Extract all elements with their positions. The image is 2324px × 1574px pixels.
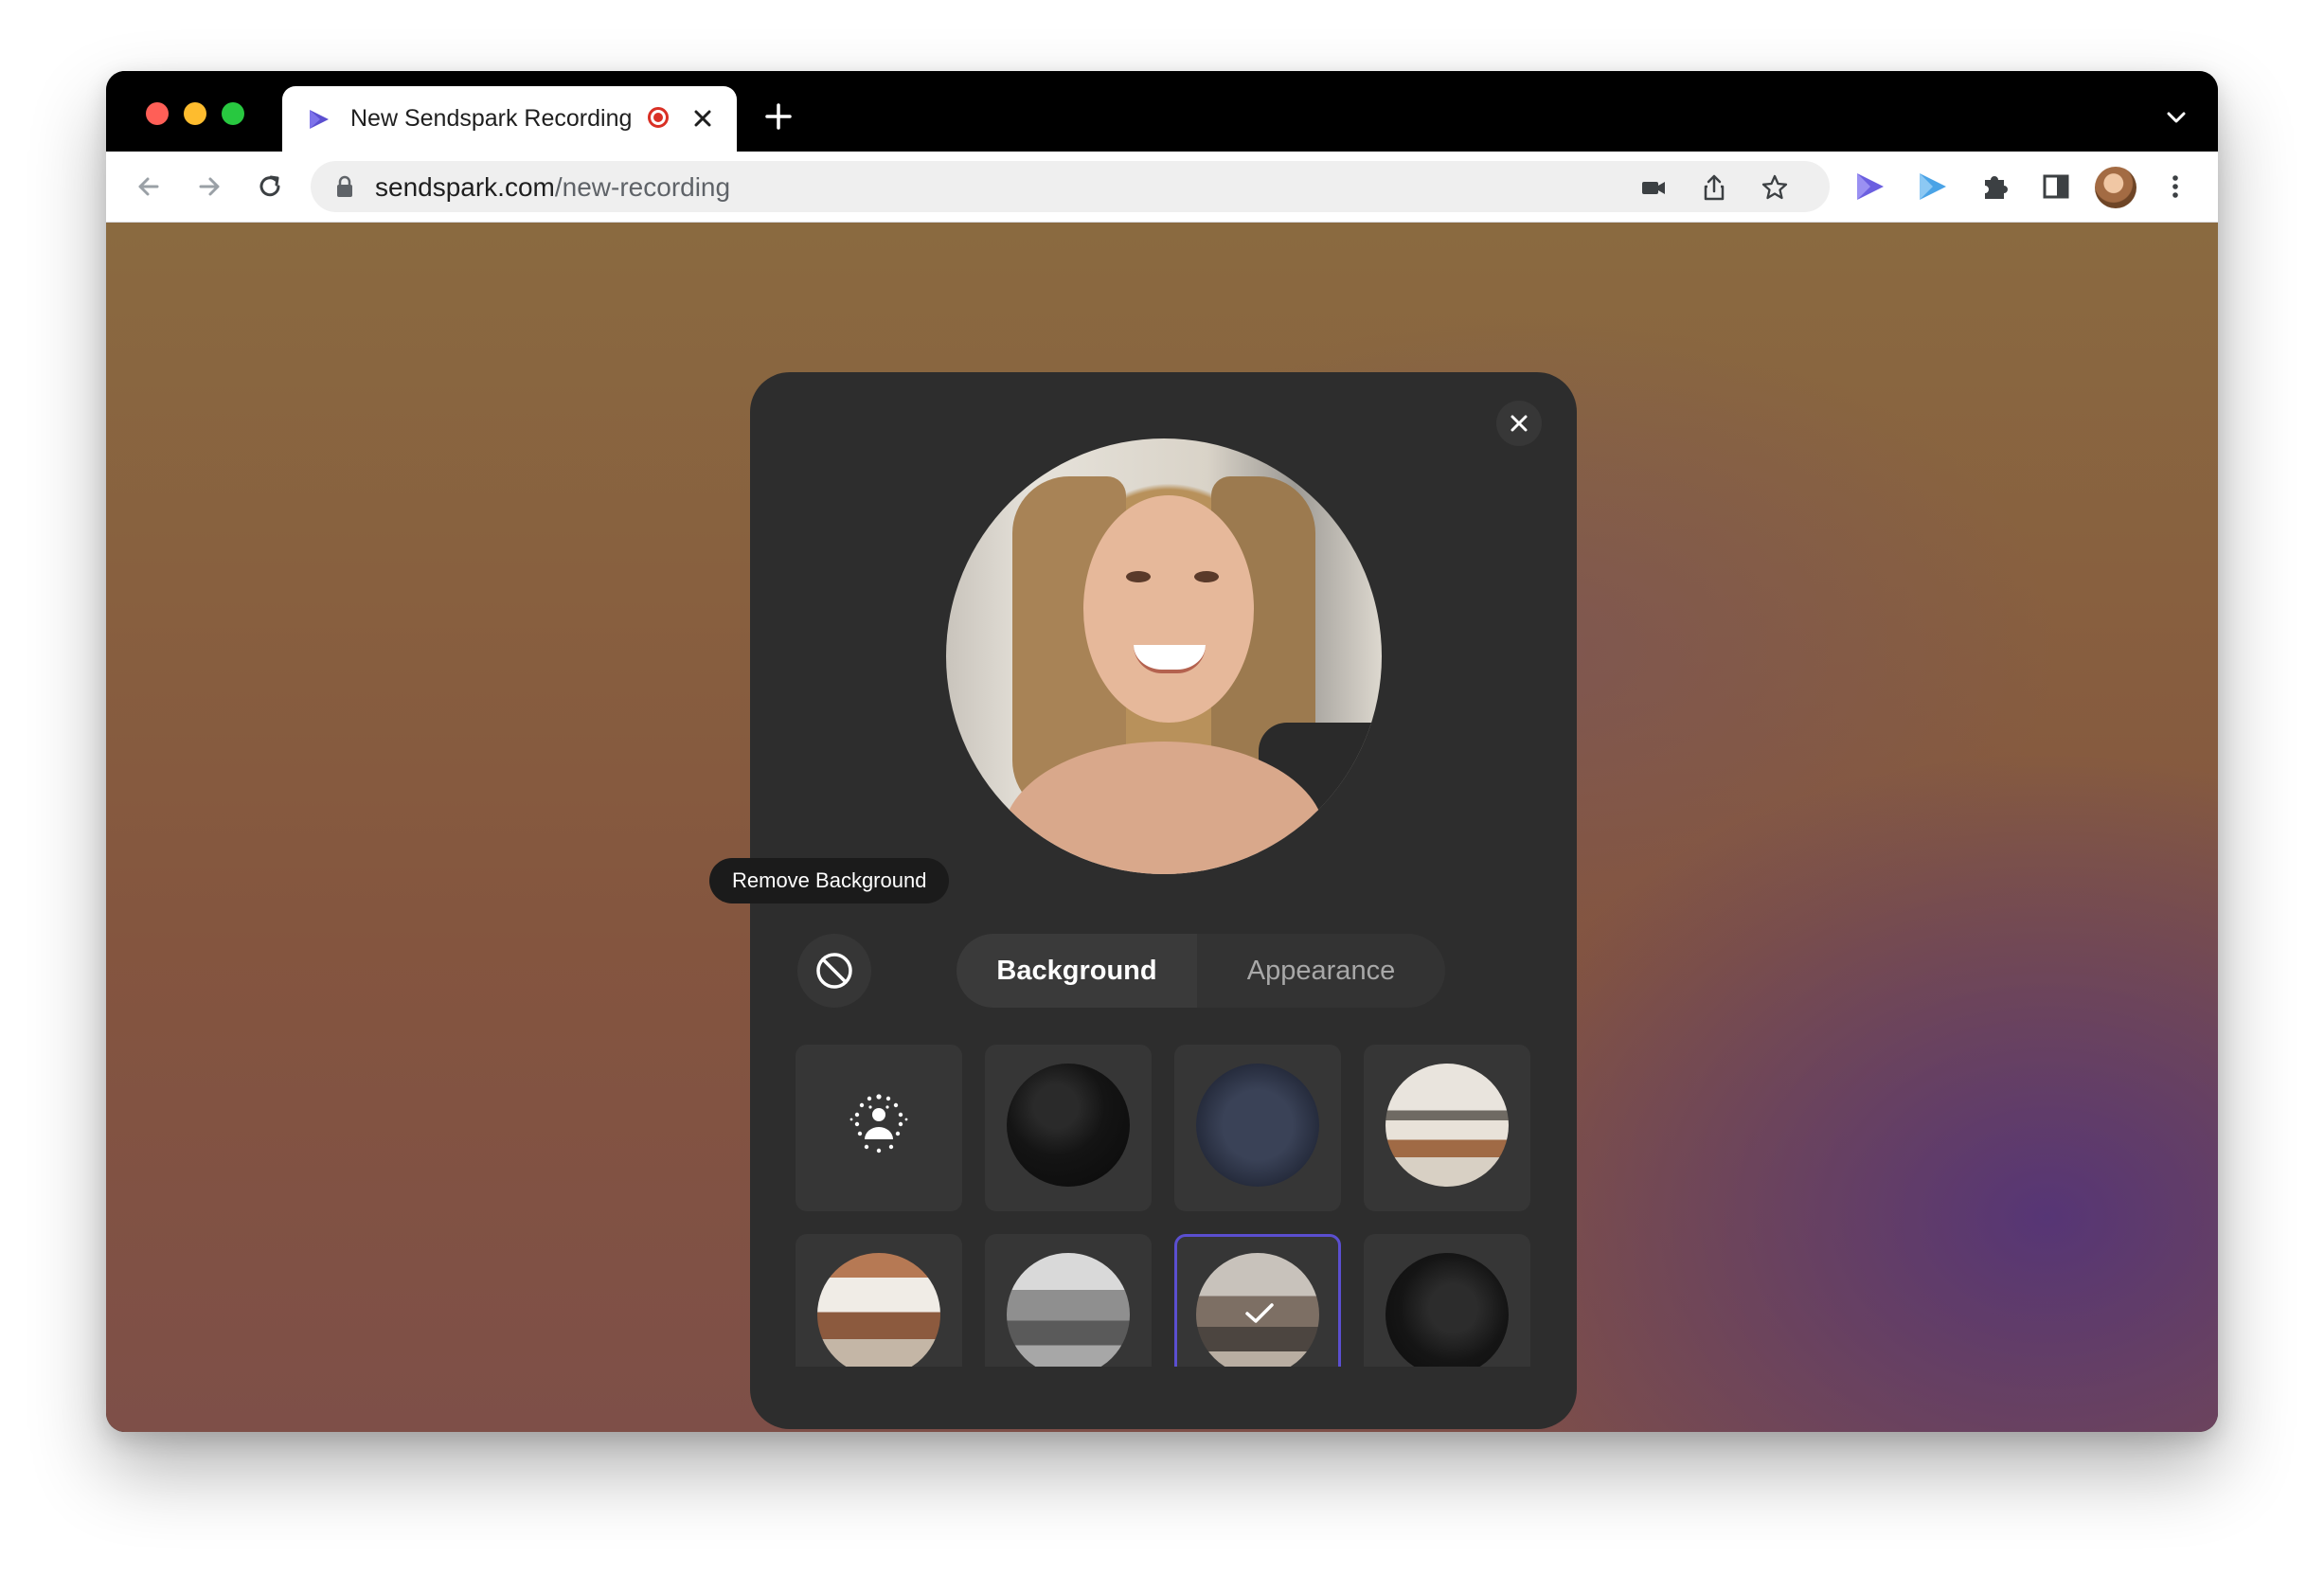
background-option-brick-office[interactable] — [796, 1234, 962, 1367]
checkmark-icon — [1245, 1303, 1274, 1323]
background-options-grid[interactable] — [796, 1045, 1530, 1367]
url-domain: sendspark.com — [375, 172, 555, 202]
tab-strip: New Sendspark Recording — [106, 71, 2218, 152]
background-option-office-lounge[interactable] — [1174, 1234, 1341, 1367]
camera-preview — [946, 438, 1382, 874]
profile-avatar[interactable] — [2095, 167, 2136, 208]
camera-settings-panel: Remove Background Background Appearance — [709, 372, 1577, 1429]
denim-thumbnail — [1196, 1064, 1319, 1187]
background-option-living-room[interactable] — [1364, 1045, 1530, 1211]
office-lounge-thumbnail — [1196, 1253, 1319, 1367]
back-arrow-icon[interactable] — [131, 169, 167, 205]
background-option-dark-feathers[interactable] — [1364, 1234, 1530, 1367]
blur-person-icon — [849, 1094, 908, 1154]
background-option-black-texture[interactable] — [985, 1045, 1152, 1211]
chevron-down-icon[interactable] — [2163, 104, 2190, 131]
extensions-puzzle-icon[interactable] — [1977, 169, 2013, 205]
close-window-button[interactable] — [146, 102, 169, 125]
browser-toolbar: sendspark.com/new-recording — [106, 152, 2218, 223]
black-texture-thumbnail — [1007, 1064, 1130, 1187]
background-option-open-office[interactable] — [985, 1234, 1152, 1367]
reload-icon[interactable] — [252, 169, 288, 205]
remove-background-button[interactable] — [797, 934, 871, 1008]
forward-arrow-icon[interactable] — [191, 169, 227, 205]
share-icon[interactable] — [1699, 172, 1729, 203]
sendspark-logo-icon — [310, 110, 329, 129]
sendspark-alt-extension-icon[interactable] — [1915, 169, 1951, 205]
prohibited-icon — [816, 953, 852, 989]
minimize-window-button[interactable] — [184, 102, 206, 125]
background-option-denim[interactable] — [1174, 1045, 1341, 1211]
close-tab-icon[interactable] — [684, 99, 722, 137]
preview-face — [1083, 495, 1254, 723]
settings-tabs: Background Appearance — [956, 934, 1445, 1008]
preview-eye-right — [1194, 571, 1219, 582]
new-tab-icon[interactable] — [761, 99, 796, 134]
address-bar[interactable]: sendspark.com/new-recording — [311, 161, 1830, 212]
tab-background[interactable]: Background — [956, 934, 1197, 1008]
url-path: /new-recording — [554, 172, 731, 202]
brick-office-thumbnail — [817, 1253, 940, 1367]
background-option-blur[interactable] — [796, 1045, 962, 1211]
close-icon — [1511, 415, 1528, 432]
url-text[interactable]: sendspark.com/new-recording — [375, 172, 730, 203]
browser-window: New Sendspark Recording sendspark.com/ne… — [106, 71, 2218, 1432]
tab-appearance[interactable]: Appearance — [1197, 934, 1445, 1008]
sendspark-extension-icon[interactable] — [1852, 169, 1888, 205]
active-tab[interactable]: New Sendspark Recording — [282, 86, 737, 152]
dark-feathers-thumbnail — [1385, 1253, 1509, 1367]
recording-dot-icon — [648, 107, 669, 128]
lock-icon[interactable] — [335, 175, 354, 198]
camera-icon[interactable] — [1638, 172, 1669, 203]
living-room-thumbnail — [1385, 1064, 1509, 1187]
remove-background-tooltip: Remove Background — [709, 858, 950, 903]
tab-title: New Sendspark Recording — [350, 105, 633, 132]
side-panel-icon[interactable] — [2038, 169, 2074, 205]
open-office-thumbnail — [1007, 1253, 1130, 1367]
more-options-icon[interactable] — [2157, 169, 2193, 205]
zoom-window-button[interactable] — [222, 102, 244, 125]
close-panel-button[interactable] — [1496, 401, 1542, 446]
page-content: Remove Background Background Appearance — [106, 223, 2218, 1432]
star-icon[interactable] — [1760, 172, 1790, 203]
preview-eye-left — [1126, 571, 1151, 582]
